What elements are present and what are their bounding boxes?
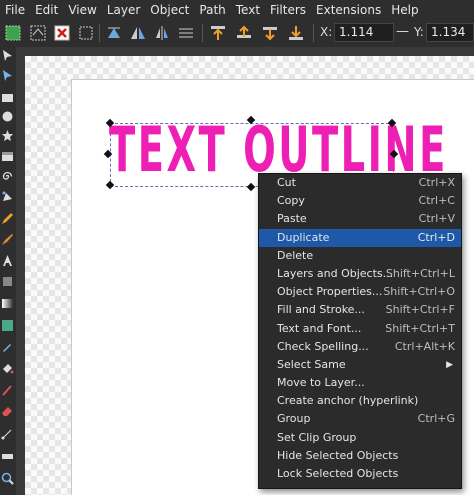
star-tool-icon[interactable]	[1, 129, 14, 142]
align-icon[interactable]	[176, 23, 196, 43]
spiral-tool-icon[interactable]	[1, 170, 14, 183]
toolbox	[0, 47, 16, 495]
rectangle-tool-icon[interactable]	[1, 91, 14, 104]
menu-item-label: Move to Layer...	[277, 376, 365, 390]
text-tool-icon[interactable]	[1, 254, 14, 267]
connector-tool-icon[interactable]	[1, 427, 14, 440]
node-tool-icon[interactable]	[1, 69, 14, 82]
lower-icon[interactable]	[260, 23, 280, 43]
menu-extensions[interactable]: Extensions	[311, 0, 386, 20]
menu-object[interactable]: Object	[145, 0, 194, 20]
flip-vertical-icon[interactable]	[152, 23, 172, 43]
menu-item-hide-selected-objects[interactable]: Hide Selected Objects	[259, 447, 461, 465]
menu-item-label: Object Properties...	[277, 285, 383, 299]
menu-item-label: Copy	[277, 194, 305, 208]
menu-edit[interactable]: Edit	[30, 0, 63, 20]
menu-item-shortcut: Shift+Ctrl+O	[383, 285, 455, 299]
tool-controls-bar: X: 1.114 — Y: 1.134	[0, 20, 474, 48]
x-label: X:	[320, 25, 333, 39]
raise-to-top-icon[interactable]	[208, 23, 228, 43]
menu-item-text-and-font[interactable]: Text and Font... Shift+Ctrl+T	[259, 320, 461, 338]
menu-text[interactable]: Text	[231, 0, 265, 20]
measure-tool-icon[interactable]	[1, 450, 14, 463]
menu-item-shortcut: Ctrl+X	[418, 176, 455, 189]
menu-item-shortcut: Ctrl+V	[418, 212, 455, 226]
horizontal-ruler[interactable]	[16, 47, 474, 56]
menu-item-shortcut: Ctrl+D	[417, 230, 455, 244]
menu-item-label: Layers and Objects...	[277, 266, 394, 280]
lower-to-bottom-icon[interactable]	[286, 23, 306, 43]
menu-item-label: Lock Selected Objects	[277, 467, 399, 480]
y-input[interactable]: 1.134	[426, 23, 474, 42]
raise-icon[interactable]	[234, 23, 254, 43]
vertical-ruler[interactable]	[16, 56, 25, 495]
x-decrement-button[interactable]: —	[396, 24, 409, 39]
menu-item-label: Group	[277, 412, 311, 426]
menu-path[interactable]: Path	[194, 0, 230, 20]
pen-tool-icon[interactable]	[1, 190, 14, 203]
3d-box-tool-icon[interactable]	[1, 150, 14, 163]
menu-item-fill-and-stroke[interactable]: Fill and Stroke... Shift+Ctrl+F	[259, 301, 461, 319]
menu-item-select-same[interactable]: Select Same ▶	[259, 356, 461, 374]
paint-bucket-tool-icon[interactable]	[1, 362, 14, 375]
menu-item-label: Set Clip Group	[277, 430, 357, 444]
mesh-tool-icon[interactable]	[1, 319, 14, 332]
tweak-tool-icon[interactable]	[1, 384, 14, 397]
menu-item-group[interactable]: Group Ctrl+G	[259, 410, 461, 428]
pencil-tool-icon[interactable]	[1, 212, 14, 225]
calligraphy-tool-icon[interactable]	[1, 233, 14, 246]
object-rotate-icon[interactable]	[104, 23, 124, 43]
dropper-tool-icon[interactable]	[1, 340, 14, 353]
menu-item-label: Paste	[277, 212, 307, 226]
menu-item-label: Create anchor (hyperlink)	[277, 394, 419, 408]
eraser-tool-icon[interactable]	[1, 405, 14, 418]
menu-item-paste[interactable]: Paste Ctrl+V	[259, 210, 461, 228]
menu-file[interactable]: File	[0, 0, 30, 20]
spray-tool-icon[interactable]	[1, 275, 14, 288]
menu-item-shortcut: Ctrl+C	[418, 194, 455, 208]
menu-item-shortcut: Shift+Ctrl+T	[385, 321, 455, 335]
menu-item-label: Duplicate	[277, 230, 330, 244]
select-all-icon[interactable]	[3, 23, 23, 43]
gradient-tool-icon[interactable]	[1, 297, 14, 310]
menu-item-set-clip-group[interactable]: Set Clip Group	[259, 429, 461, 447]
menu-item-cut[interactable]: Cut Ctrl+X	[259, 174, 461, 192]
deselect-icon[interactable]	[52, 23, 72, 43]
zoom-tool-icon[interactable]	[1, 472, 14, 485]
menu-item-create-anchor[interactable]: Create anchor (hyperlink)	[259, 392, 461, 410]
menu-help[interactable]: Help	[386, 0, 423, 20]
x-input[interactable]: 1.114	[334, 23, 394, 42]
menu-item-label: Fill and Stroke...	[277, 303, 365, 317]
menu-item-shortcut: Ctrl+G	[417, 412, 455, 426]
menu-item-label: Text and Font...	[277, 321, 362, 335]
menu-layer[interactable]: Layer	[102, 0, 145, 20]
y-label: Y:	[414, 25, 424, 39]
menu-item-label: Select Same	[277, 357, 346, 371]
menu-item-label: Check Spelling...	[277, 339, 369, 353]
menu-item-shortcut: Shift+Ctrl+F	[385, 303, 455, 317]
rotate-90-icon[interactable]	[76, 23, 96, 43]
submenu-arrow-icon: ▶	[446, 359, 453, 370]
menu-view[interactable]: View	[63, 0, 101, 20]
menu-item-shortcut: Shift+Ctrl+L	[385, 266, 455, 280]
menu-item-object-properties[interactable]: Object Properties... Shift+Ctrl+O	[259, 283, 461, 301]
menu-filters[interactable]: Filters	[265, 0, 311, 20]
context-menu: Cut Ctrl+X Copy Ctrl+C Paste Ctrl+V Duplica…	[258, 173, 462, 489]
menu-item-delete[interactable]: Delete	[259, 247, 461, 265]
menu-item-lock-selected-objects[interactable]: Lock Selected Objects	[259, 465, 461, 483]
menu-item-label: Delete	[277, 248, 314, 262]
menu-item-check-spelling[interactable]: Check Spelling... Ctrl+Alt+K	[259, 338, 461, 356]
circle-tool-icon[interactable]	[1, 110, 14, 123]
menu-bar: File Edit View Layer Object Path Text Fi…	[0, 0, 474, 20]
menu-item-layers-and-objects[interactable]: Layers and Objects... Shift+Ctrl+L	[259, 265, 461, 283]
menu-item-duplicate[interactable]: Duplicate Ctrl+D	[259, 228, 461, 247]
menu-item-label: Cut	[277, 176, 296, 189]
select-all-layers-icon[interactable]	[28, 23, 48, 43]
menu-item-copy[interactable]: Copy Ctrl+C	[259, 192, 461, 210]
flip-horizontal-icon[interactable]	[128, 23, 148, 43]
menu-item-shortcut: Ctrl+Alt+K	[394, 339, 455, 353]
selector-tool-icon[interactable]	[1, 49, 14, 62]
menu-item-label: Hide Selected Objects	[277, 448, 399, 462]
menu-item-move-to-layer[interactable]: Move to Layer...	[259, 374, 461, 392]
